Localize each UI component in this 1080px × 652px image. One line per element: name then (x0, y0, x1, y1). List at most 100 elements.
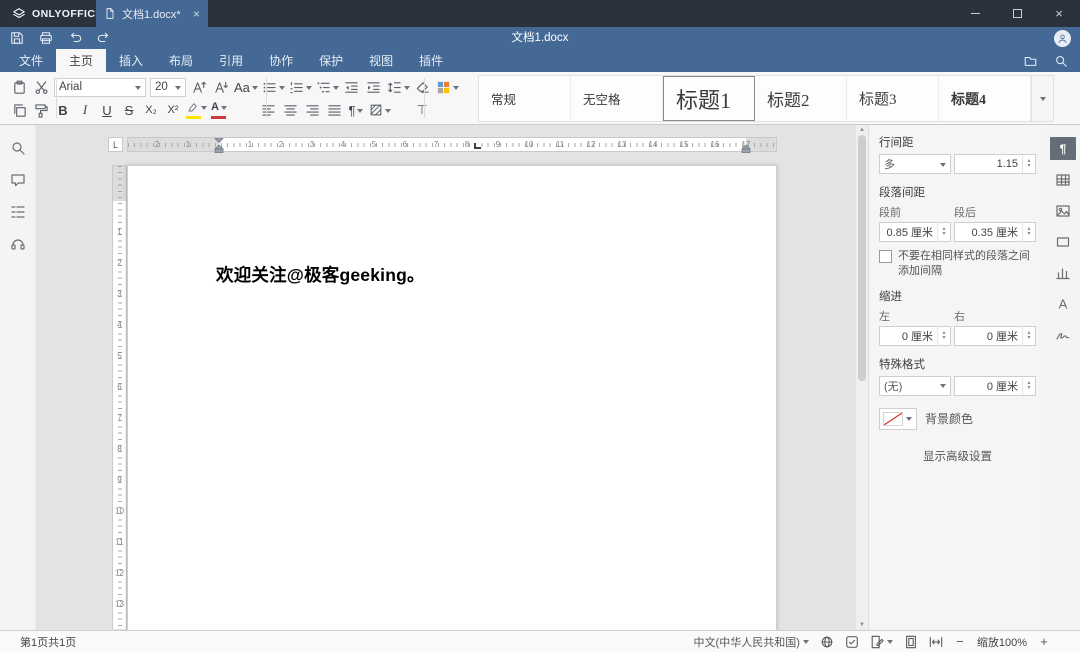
increase-indent-button[interactable] (365, 77, 383, 97)
maximize-button[interactable] (996, 0, 1038, 27)
advanced-settings-link[interactable]: 显示高级设置 (879, 448, 1036, 464)
tab-close-icon[interactable]: × (193, 7, 200, 21)
scrollbar-thumb[interactable] (858, 135, 866, 381)
line-spacing-value-spinner[interactable]: 1.15▴▾ (954, 154, 1036, 174)
spin-down-icon[interactable]: ▾ (1027, 164, 1030, 169)
tab-selector[interactable]: L (108, 137, 123, 152)
same-style-checkbox[interactable] (879, 250, 892, 263)
tab-file[interactable]: 文件 (6, 49, 56, 72)
tab-plugins[interactable]: 插件 (406, 49, 456, 72)
font-size-select[interactable]: 20 (150, 78, 186, 97)
close-button[interactable]: × (1038, 0, 1080, 27)
spacing-after-spinner[interactable]: 0.35 厘米▴▾ (954, 222, 1036, 242)
comments-button[interactable] (7, 171, 29, 189)
right-indent-marker[interactable] (742, 138, 751, 153)
vertical-scrollbar[interactable]: ▲ ▼ (856, 125, 868, 630)
document-page[interactable]: 欢迎关注@极客geeking。 (127, 165, 777, 630)
navigation-button[interactable] (7, 203, 29, 221)
tab-stop-marker[interactable] (474, 143, 481, 149)
tab-view[interactable]: 视图 (356, 49, 406, 72)
fit-width-button[interactable] (929, 635, 943, 649)
language-selector[interactable]: 中文(中华人民共和国) (694, 634, 809, 650)
style-heading1[interactable]: 标题1 (663, 76, 755, 121)
align-left-button[interactable] (259, 100, 277, 120)
image-settings-tab[interactable] (1050, 199, 1076, 222)
user-avatar[interactable] (1054, 30, 1071, 47)
copy-button[interactable] (10, 100, 28, 120)
paste-button[interactable] (10, 77, 28, 97)
style-normal[interactable]: 常规 (479, 76, 571, 121)
vertical-ruler[interactable]: 12345678910111213 (112, 165, 127, 629)
table-settings-tab[interactable] (1050, 168, 1076, 191)
indent-right-spinner[interactable]: 0 厘米▴▾ (954, 326, 1036, 346)
align-right-button[interactable] (303, 100, 321, 120)
strikethrough-button[interactable]: S (120, 100, 138, 120)
indent-markers[interactable] (215, 138, 224, 153)
spin-down-icon[interactable]: ▾ (942, 336, 945, 341)
zoom-value[interactable]: 缩放100% (977, 634, 1027, 650)
italic-button[interactable]: I (76, 100, 94, 120)
align-center-button[interactable] (281, 100, 299, 120)
spellcheck-button[interactable] (845, 635, 859, 649)
superscript-button[interactable]: X² (164, 100, 182, 120)
cut-button[interactable] (32, 77, 50, 97)
spacing-before-spinner[interactable]: 0.85 厘米▴▾ (879, 222, 951, 242)
tab-insert[interactable]: 插入 (106, 49, 156, 72)
document-tab[interactable]: 文档1.docx* × (96, 0, 208, 27)
styles-gallery-more-button[interactable] (1031, 76, 1053, 121)
horizontal-ruler[interactable]: 211234567891011121314151617 (127, 137, 777, 152)
zoom-in-button[interactable]: + (1038, 634, 1050, 649)
shape-settings-tab[interactable] (1050, 230, 1076, 253)
line-spacing-type-select[interactable]: 多 (879, 154, 951, 174)
spin-down-icon[interactable]: ▾ (1027, 232, 1030, 237)
tab-protection[interactable]: 保护 (306, 49, 356, 72)
multilevel-list-button[interactable] (316, 77, 339, 97)
feedback-support-button[interactable] (7, 235, 29, 253)
change-case-button[interactable]: Aa (234, 77, 258, 97)
special-indent-select[interactable]: (无) (879, 376, 951, 396)
paragraph-settings-tab[interactable]: ¶ (1050, 137, 1076, 160)
search-button-top[interactable] (1054, 54, 1068, 68)
highlight-color-button[interactable] (186, 100, 207, 120)
scroll-up-icon[interactable]: ▲ (856, 125, 868, 135)
spin-down-icon[interactable]: ▾ (1027, 336, 1030, 341)
tab-home[interactable]: 主页 (56, 49, 106, 72)
chart-settings-tab[interactable] (1050, 261, 1076, 284)
style-heading2[interactable]: 标题2 (755, 76, 847, 121)
copy-style-button[interactable] (32, 100, 50, 120)
spin-down-icon[interactable]: ▾ (942, 232, 945, 237)
textart-settings-tab[interactable]: A (1050, 292, 1076, 315)
nonprinting-characters-button[interactable]: ¶ (347, 100, 365, 120)
document-language-button[interactable] (820, 635, 834, 649)
underline-button[interactable]: U (98, 100, 116, 120)
fit-page-button[interactable] (904, 635, 918, 649)
style-heading3[interactable]: 标题3 (847, 76, 939, 121)
tab-layout[interactable]: 布局 (156, 49, 206, 72)
background-color-picker[interactable] (879, 408, 917, 430)
increase-font-button[interactable] (190, 77, 208, 97)
special-indent-spinner[interactable]: 0 厘米▴▾ (954, 376, 1036, 396)
font-family-select[interactable]: Arial (54, 78, 146, 97)
search-button[interactable] (7, 139, 29, 157)
minimize-button[interactable] (954, 0, 996, 27)
clear-style-button[interactable] (414, 77, 432, 97)
track-changes-button[interactable] (870, 635, 893, 649)
tab-references[interactable]: 引用 (206, 49, 256, 72)
tab-collaboration[interactable]: 协作 (256, 49, 306, 72)
align-justify-button[interactable] (325, 100, 343, 120)
select-all-button[interactable]: ⊤ (413, 100, 431, 120)
color-scheme-button[interactable] (436, 77, 459, 97)
spin-down-icon[interactable]: ▾ (1027, 386, 1030, 391)
decrease-indent-button[interactable] (343, 77, 361, 97)
decrease-font-button[interactable] (212, 77, 230, 97)
font-color-button[interactable]: A (211, 100, 229, 120)
style-heading4[interactable]: 标题4 (939, 76, 1031, 121)
scroll-down-icon[interactable]: ▼ (856, 620, 868, 630)
paragraph-text[interactable]: 欢迎关注@极客geeking。 (216, 262, 425, 287)
line-spacing-button[interactable] (387, 77, 410, 97)
style-no-spacing[interactable]: 无空格 (571, 76, 663, 121)
paragraph-shading-button[interactable] (369, 100, 391, 120)
zoom-out-button[interactable]: − (954, 634, 966, 649)
signature-settings-tab[interactable] (1050, 323, 1076, 346)
open-file-location-button[interactable] (1023, 54, 1038, 68)
